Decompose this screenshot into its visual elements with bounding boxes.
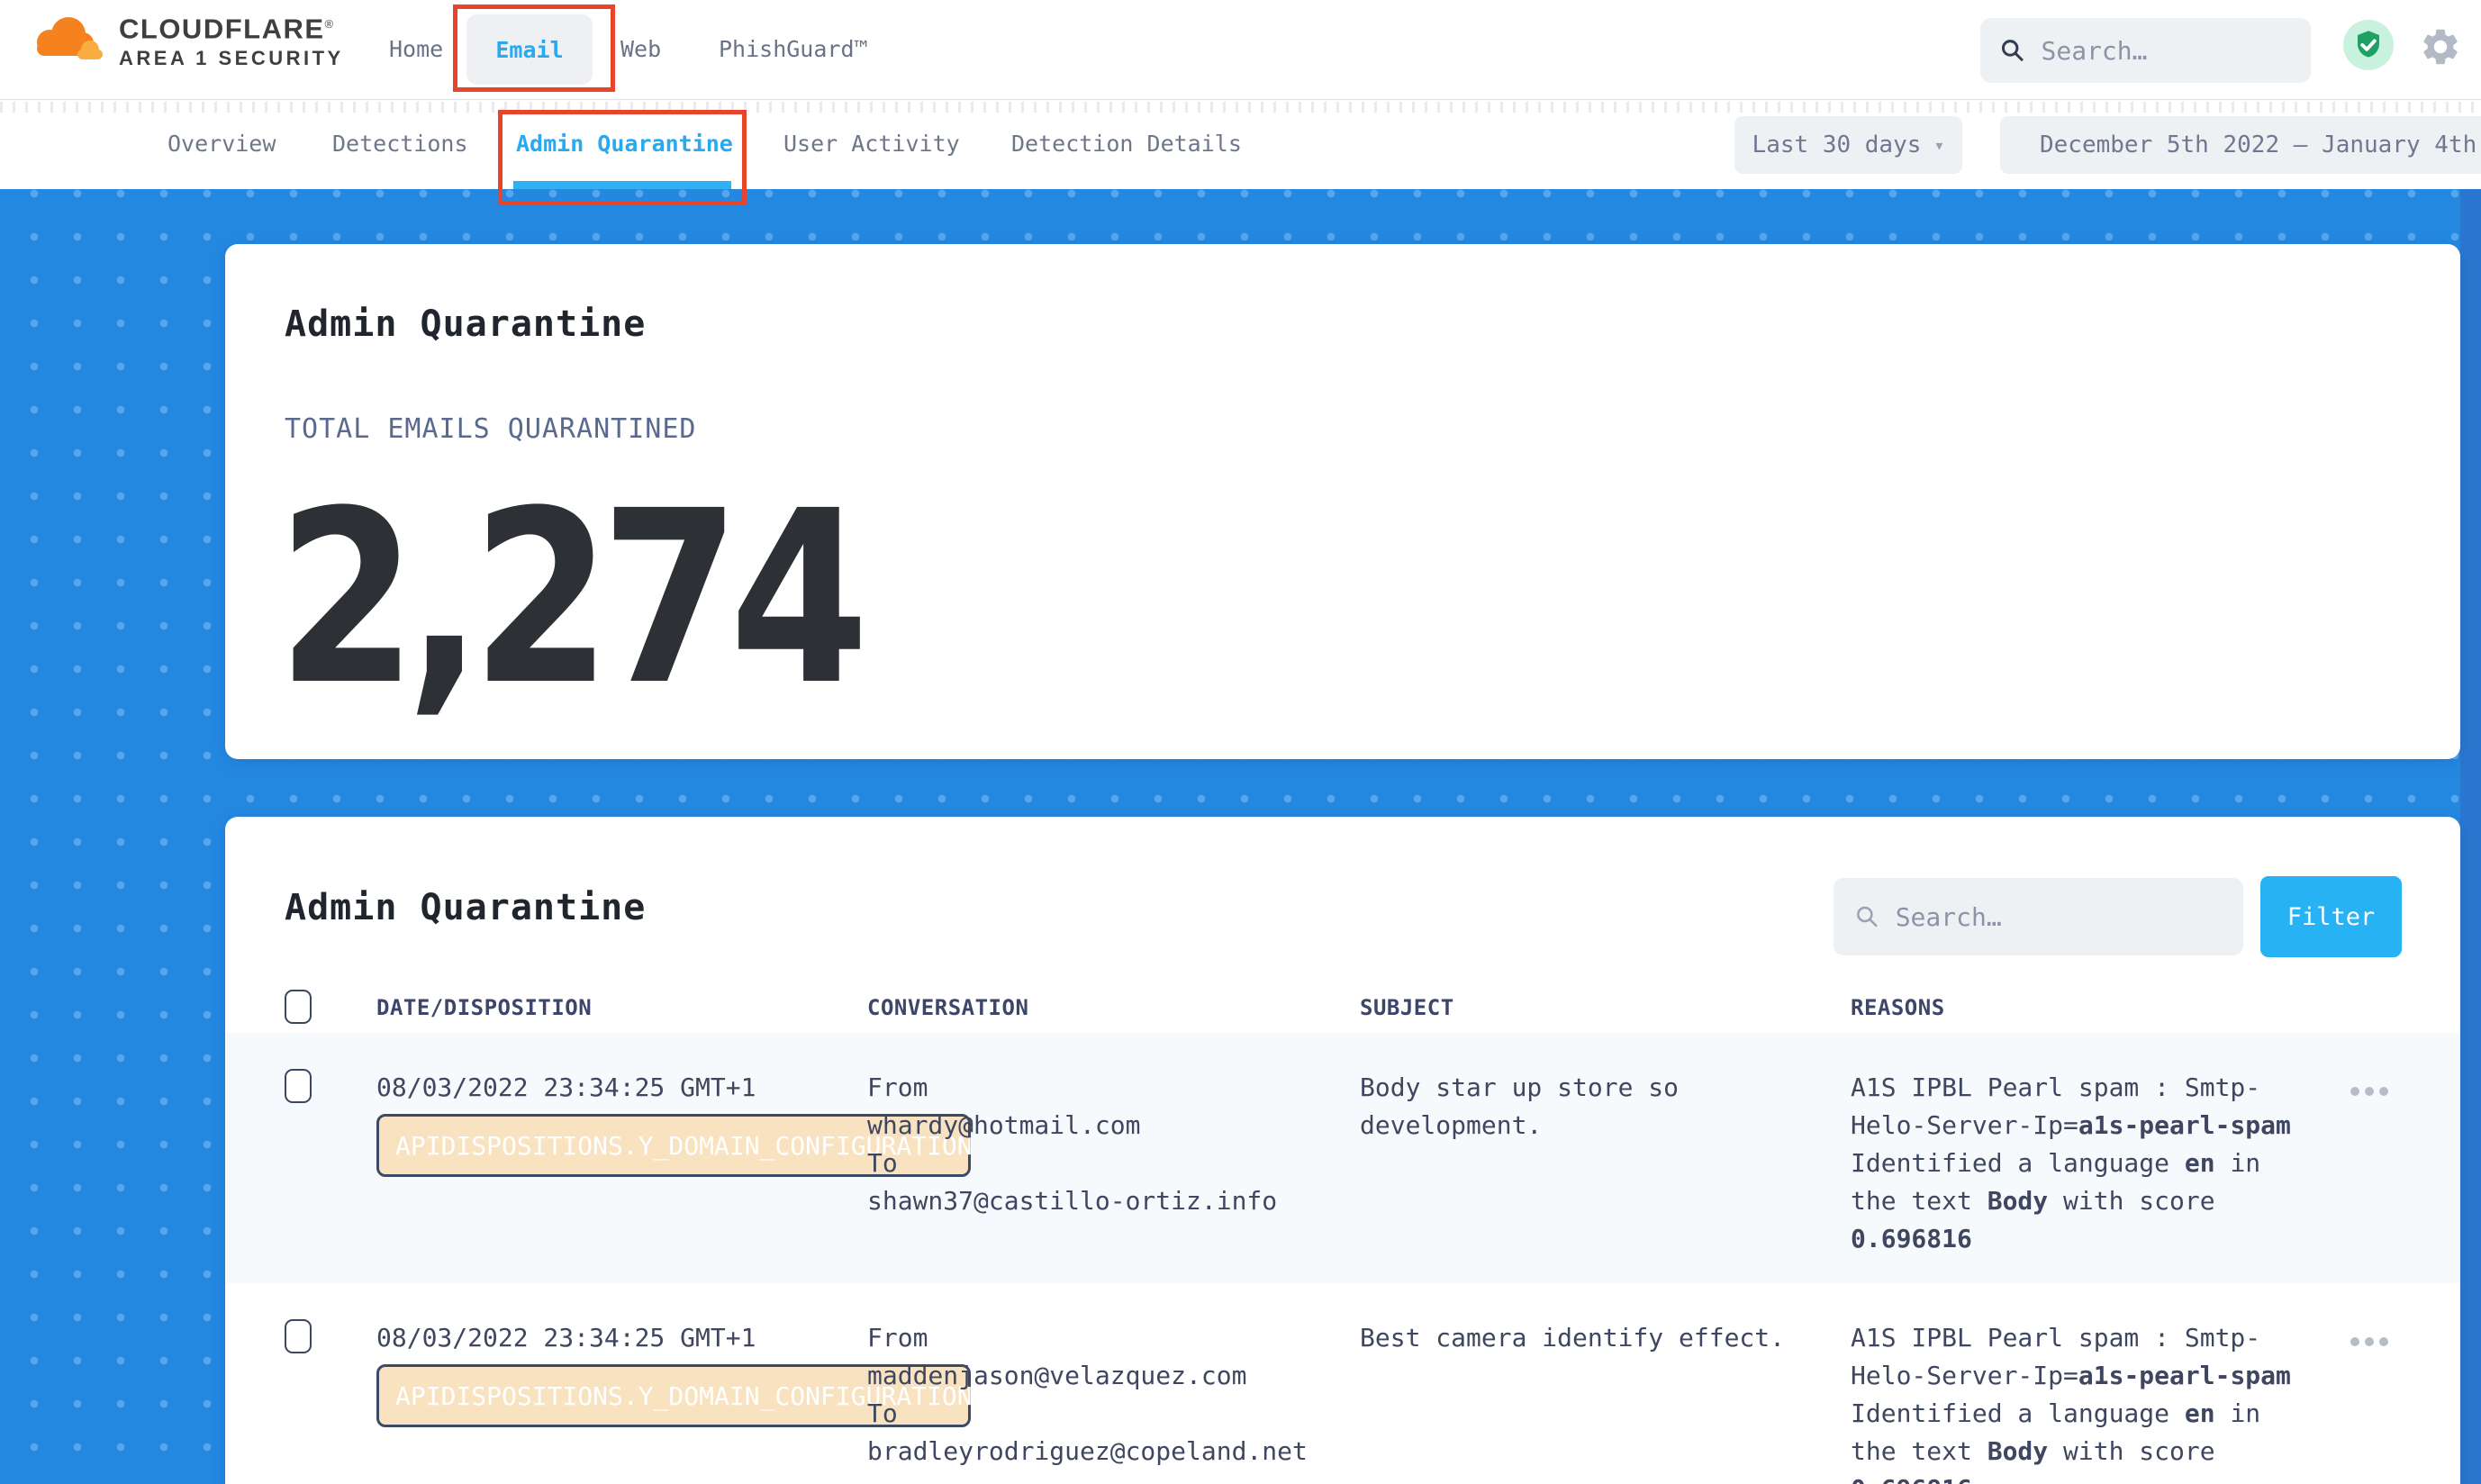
cloudflare-cloud-icon xyxy=(23,11,106,68)
to-email: bradleyrodriguez@copeland.net xyxy=(867,1433,1336,1470)
table-search-input[interactable] xyxy=(1896,902,2222,932)
brand-subtitle: AREA 1 SECURITY xyxy=(119,47,344,70)
summary-card-title: Admin Quarantine xyxy=(285,303,646,345)
filter-button[interactable]: Filter xyxy=(2260,876,2402,957)
row-actions-menu[interactable] xyxy=(2350,1087,2388,1096)
table-row: 08/03/2022 23:34:25 GMT+1 APIDISPOSITION… xyxy=(225,1283,2460,1484)
column-header-subject: SUBJECT xyxy=(1360,995,1454,1020)
row-conversation: From maddenjason@velazquez.com To bradle… xyxy=(867,1319,1336,1470)
global-search[interactable] xyxy=(1980,18,2311,83)
top-bar: CLOUDFLARE® AREA 1 SECURITY Home Email W… xyxy=(0,0,2481,99)
from-email: maddenjason@velazquez.com xyxy=(867,1357,1336,1395)
row-checkbox[interactable] xyxy=(285,1319,312,1353)
subnav-item-overview[interactable]: Overview xyxy=(168,131,276,157)
topnav-item-email[interactable]: Email xyxy=(466,14,593,85)
chevron-down-icon: ▾ xyxy=(1933,134,1944,156)
active-tab-underline xyxy=(513,181,731,189)
subnav-item-detections[interactable]: Detections xyxy=(332,131,468,157)
period-selector[interactable]: Last 30 days ▾ xyxy=(1734,116,1962,174)
date-range-display[interactable]: December 5th 2022 — January 4th 2023 xyxy=(2000,116,2481,174)
topnav-item-phishguard[interactable]: PhishGuard™ xyxy=(719,36,868,62)
subnav-item-admin-quarantine[interactable]: Admin Quarantine xyxy=(516,131,733,157)
from-label: From xyxy=(867,1319,1336,1357)
column-header-reasons: REASONS xyxy=(1851,995,1945,1020)
email-section-nav: Overview Detections Admin Quarantine Use… xyxy=(0,99,2481,189)
row-date: 08/03/2022 23:34:25 GMT+1 xyxy=(376,1319,756,1357)
row-checkbox[interactable] xyxy=(285,1069,312,1103)
cloudflare-logo: CLOUDFLARE® AREA 1 SECURITY xyxy=(23,9,344,70)
settings-gear-icon[interactable] xyxy=(2419,25,2462,68)
date-range-label: December 5th 2022 — January 4th 2023 xyxy=(2040,131,2481,158)
row-conversation: From whardy@hotmail.com To shawn37@casti… xyxy=(867,1069,1336,1220)
global-search-input[interactable] xyxy=(2042,36,2292,66)
metric-label: TOTAL EMAILS QUARANTINED xyxy=(285,413,696,445)
row-actions-menu[interactable] xyxy=(2350,1337,2388,1346)
protection-status-badge[interactable] xyxy=(2343,20,2394,70)
row-date: 08/03/2022 23:34:25 GMT+1 xyxy=(376,1069,756,1107)
table-search[interactable] xyxy=(1834,878,2243,955)
period-selector-label: Last 30 days xyxy=(1752,131,1922,158)
column-header-conversation: CONVERSATION xyxy=(867,995,1028,1020)
search-icon xyxy=(2000,36,2025,65)
trademark-symbol: ® xyxy=(325,17,335,31)
from-email: whardy@hotmail.com xyxy=(867,1107,1336,1145)
brand-wordmark: CLOUDFLARE® xyxy=(119,9,344,44)
to-email: shawn37@castillo-ortiz.info xyxy=(867,1182,1336,1220)
to-label: To xyxy=(867,1395,1336,1433)
topnav-item-web[interactable]: Web xyxy=(620,36,661,62)
subnav-item-user-activity[interactable]: User Activity xyxy=(783,131,960,157)
select-all-checkbox[interactable] xyxy=(285,990,312,1024)
column-header-date: DATE/DISPOSITION xyxy=(376,995,592,1020)
quarantine-table-card: Admin Quarantine Filter DATE/DISPOSITION… xyxy=(225,817,2460,1484)
to-label: To xyxy=(867,1145,1336,1182)
row-reasons: A1S IPBL Pearl spam : Smtp-Helo-Server-I… xyxy=(1851,1319,2301,1484)
summary-card: Admin Quarantine TOTAL EMAILS QUARANTINE… xyxy=(225,244,2460,759)
from-label: From xyxy=(867,1069,1336,1107)
shield-check-icon xyxy=(2352,29,2385,61)
table-row: 08/03/2022 23:34:25 GMT+1 APIDISPOSITION… xyxy=(225,1033,2460,1283)
subnav-item-detection-details[interactable]: Detection Details xyxy=(1011,131,1242,157)
row-reasons: A1S IPBL Pearl spam : Smtp-Helo-Server-I… xyxy=(1851,1069,2301,1258)
right-edge-strip xyxy=(2460,189,2481,1484)
row-subject: Best camera identify effect. xyxy=(1360,1319,1801,1357)
search-icon xyxy=(1855,903,1879,930)
area1-security-app: CLOUDFLARE® AREA 1 SECURITY Home Email W… xyxy=(0,0,2481,1484)
subnav-texture xyxy=(0,102,2481,113)
metric-value: 2,274 xyxy=(277,480,858,719)
row-subject: Body star up store so development. xyxy=(1360,1069,1801,1145)
quarantine-card-title: Admin Quarantine xyxy=(285,887,646,928)
topnav-item-home[interactable]: Home xyxy=(389,36,443,62)
